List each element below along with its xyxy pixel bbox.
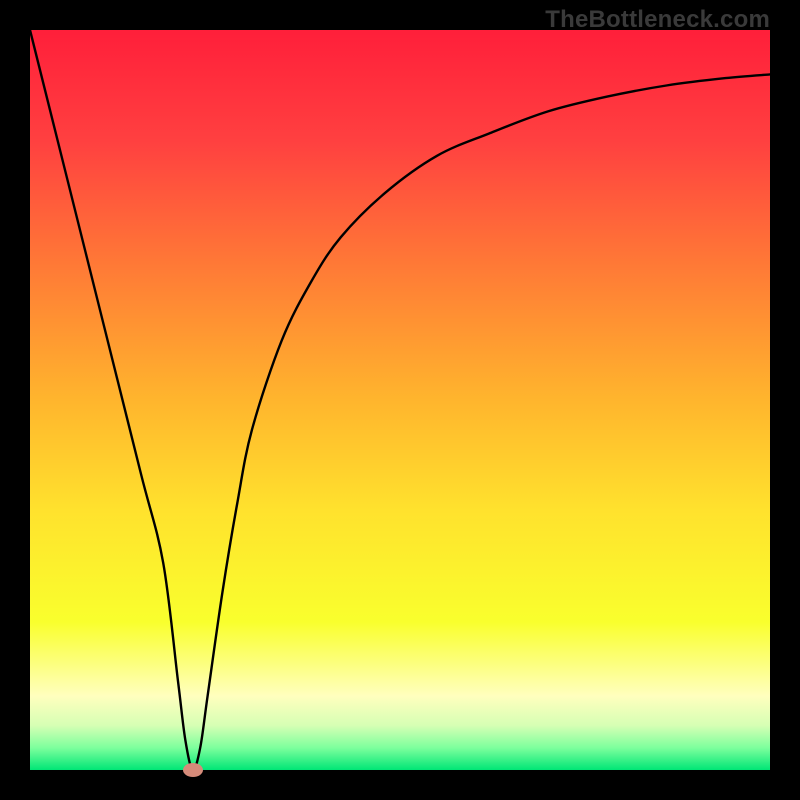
plot-area [30, 30, 770, 770]
minimum-marker [183, 763, 203, 777]
chart-frame: TheBottleneck.com [0, 0, 800, 800]
bottleneck-curve [30, 30, 770, 770]
